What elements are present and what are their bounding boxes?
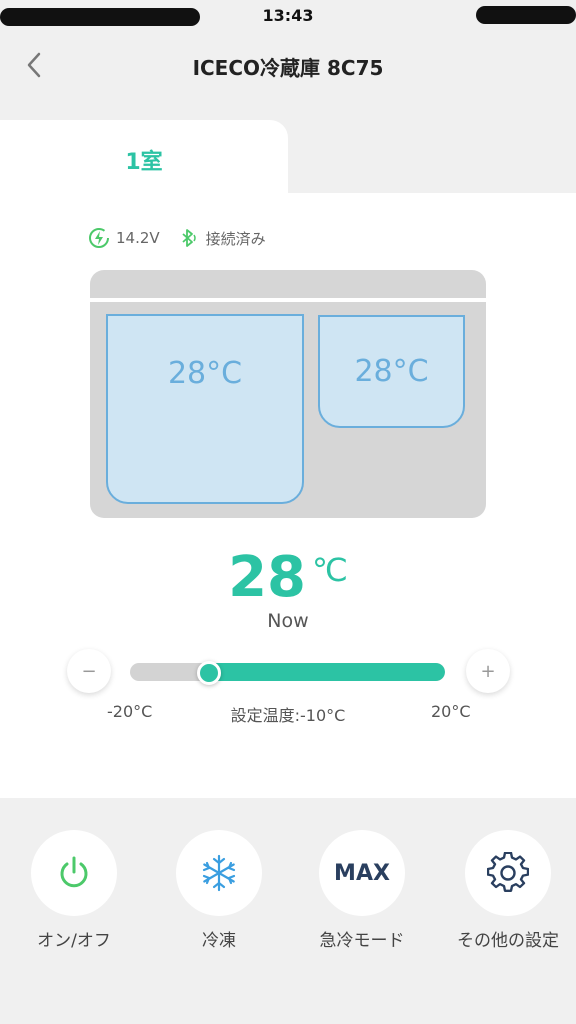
snowflake-icon: [202, 854, 236, 892]
current-temperature: 28 ℃: [0, 545, 576, 610]
zone-left-temp: 28°C: [167, 356, 243, 391]
voltage-indicator: 14.2V: [88, 227, 160, 249]
minus-icon: −: [81, 660, 97, 682]
tab-label: 1室: [125, 150, 163, 175]
battery-bolt-icon: [89, 228, 109, 248]
max-icon: MAX: [334, 860, 390, 886]
rapid-cool-button[interactable]: MAX 急冷モード: [302, 830, 422, 951]
nav-bar: ICECO冷蔵庫 8C75: [0, 40, 576, 90]
current-temp-unit: ℃: [312, 551, 348, 589]
settings-button-circle[interactable]: [465, 830, 551, 916]
bluetooth-indicator: 接続済み: [178, 227, 266, 249]
freeze-button-circle[interactable]: [176, 830, 262, 916]
fridge-lid-line: [90, 298, 486, 302]
power-toggle-button[interactable]: オン/オフ: [14, 830, 134, 951]
decrease-temp-button[interactable]: −: [67, 649, 111, 693]
power-icon: [60, 856, 88, 888]
bluetooth-status-text: 接続済み: [205, 229, 266, 248]
now-label: Now: [267, 610, 309, 632]
rapid-cool-button-circle[interactable]: MAX: [319, 830, 405, 916]
voltage-text: 14.2V: [116, 229, 160, 247]
zone-right[interactable]: 28°C: [318, 315, 465, 428]
gear-icon: [487, 852, 529, 892]
slider-fill: [204, 663, 445, 681]
tab-compartment-1[interactable]: 1室: [0, 120, 288, 200]
set-temperature-label: 設定温度:-10°C: [230, 706, 346, 725]
current-temp-value: 28: [228, 545, 306, 610]
zone-left[interactable]: 28°C: [106, 314, 304, 504]
power-label: オン/オフ: [37, 931, 111, 951]
bluetooth-icon: [182, 229, 196, 247]
plus-icon: +: [480, 660, 496, 682]
status-bar: 13:43: [0, 0, 576, 34]
freeze-label: 冷凍: [202, 931, 236, 951]
slider-thumb[interactable]: [196, 661, 221, 685]
other-settings-button[interactable]: その他の設定: [448, 830, 568, 951]
redacted-status-icons: [476, 6, 576, 24]
slider-max-label: 20°C: [431, 702, 471, 721]
temperature-slider[interactable]: [130, 663, 445, 681]
rapid-cool-label: 急冷モード: [319, 931, 405, 951]
power-button-circle[interactable]: [31, 830, 117, 916]
slider-labels: -20°C 設定温度:-10°C 20°C: [0, 702, 576, 726]
zone-right-temp: 28°C: [354, 354, 429, 389]
device-info: 14.2V 接続済み: [88, 226, 284, 250]
settings-label: その他の設定: [457, 931, 559, 951]
page-title: ICECO冷蔵庫 8C75: [192, 56, 384, 80]
freeze-button[interactable]: 冷凍: [159, 830, 279, 951]
increase-temp-button[interactable]: +: [466, 649, 510, 693]
